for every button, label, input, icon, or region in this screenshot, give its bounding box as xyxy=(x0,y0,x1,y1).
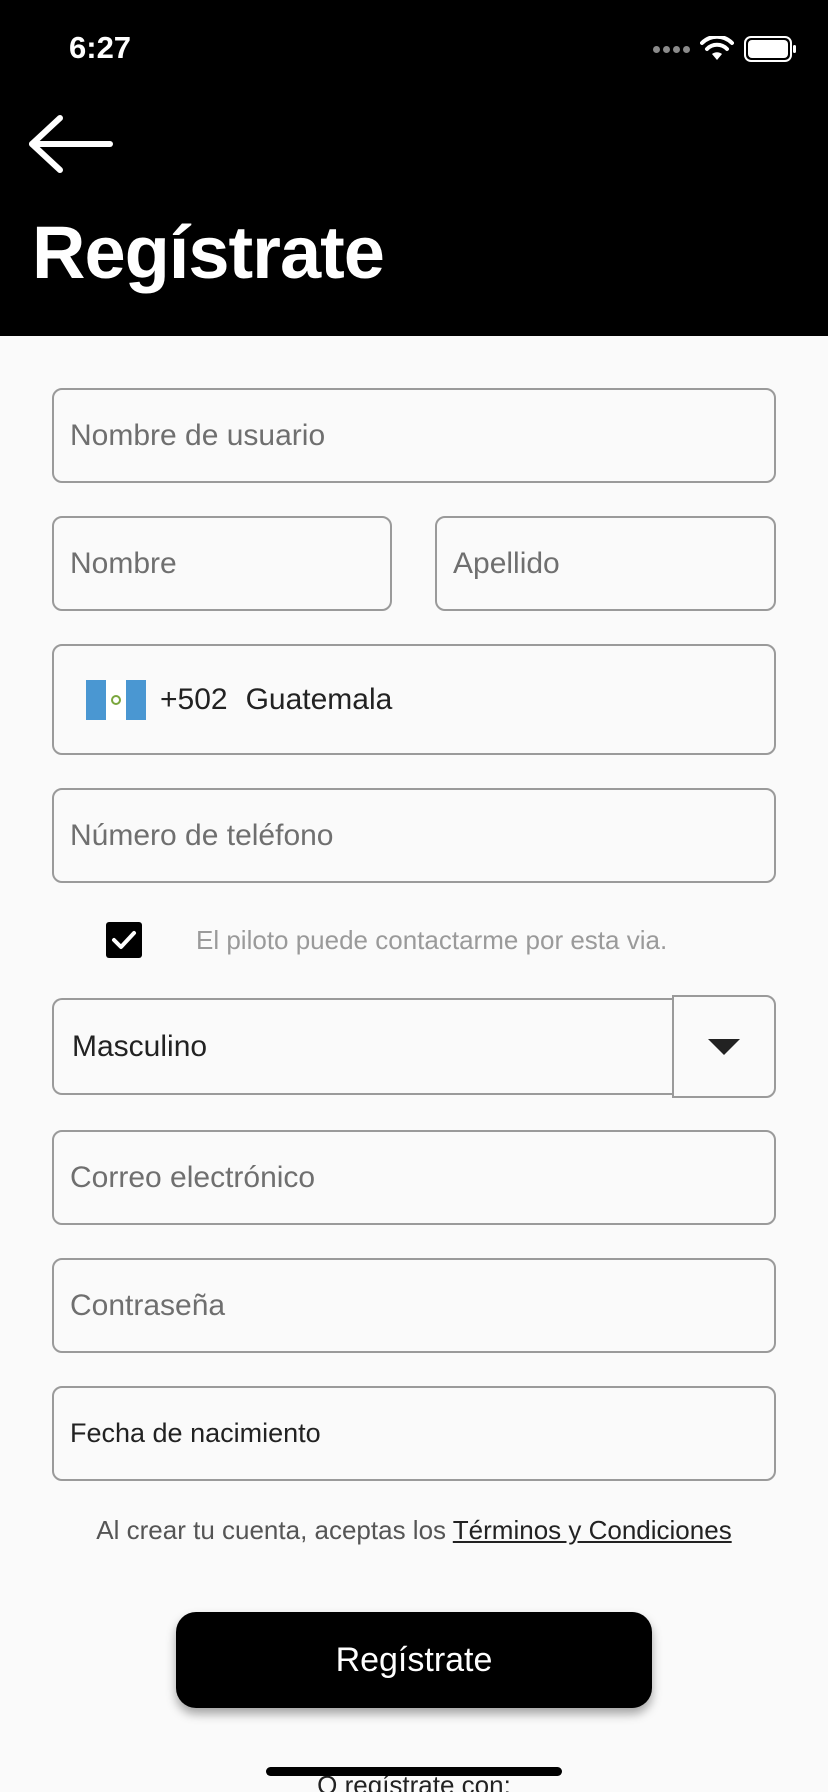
contact-consent-checkbox[interactable] xyxy=(106,922,142,958)
guatemala-flag-icon xyxy=(86,679,146,720)
page-title: Regístrate xyxy=(32,211,385,294)
country-code-selector[interactable]: +502 Guatemala xyxy=(52,644,776,755)
birthdate-input[interactable]: Fecha de nacimiento xyxy=(52,1386,776,1481)
username-input[interactable]: Nombre de usuario xyxy=(52,388,776,483)
last-name-input[interactable]: Apellido xyxy=(435,516,776,611)
chevron-down-icon xyxy=(708,1038,740,1055)
app-header: 6:27 Regístrate xyxy=(0,0,828,336)
status-icons xyxy=(653,36,798,62)
signal-icon xyxy=(653,45,690,53)
country-code: +502 xyxy=(160,682,228,716)
terms-notice: Al crear tu cuenta, aceptas los Términos… xyxy=(0,1515,828,1546)
terms-link[interactable]: Términos y Condiciones xyxy=(453,1515,732,1545)
terms-prefix: Al crear tu cuenta, aceptas los xyxy=(96,1515,453,1545)
wifi-icon xyxy=(700,36,734,62)
phone-number-input[interactable]: Número de teléfono xyxy=(52,788,776,883)
battery-icon xyxy=(744,36,798,62)
password-input[interactable]: Contraseña xyxy=(52,1258,776,1353)
contact-consent-label: El piloto puede contactarme por esta via… xyxy=(196,925,668,955)
status-time: 6:27 xyxy=(69,30,132,65)
register-button[interactable]: Regístrate xyxy=(176,1612,652,1708)
country-name: Guatemala xyxy=(245,682,393,716)
gender-select[interactable]: Masculino xyxy=(52,998,676,1095)
arrow-left-icon[interactable] xyxy=(26,112,114,176)
home-indicator xyxy=(266,1767,562,1776)
gender-dropdown-button[interactable] xyxy=(672,995,776,1098)
first-name-input[interactable]: Nombre xyxy=(52,516,392,611)
email-input[interactable]: Correo electrónico xyxy=(52,1130,776,1225)
